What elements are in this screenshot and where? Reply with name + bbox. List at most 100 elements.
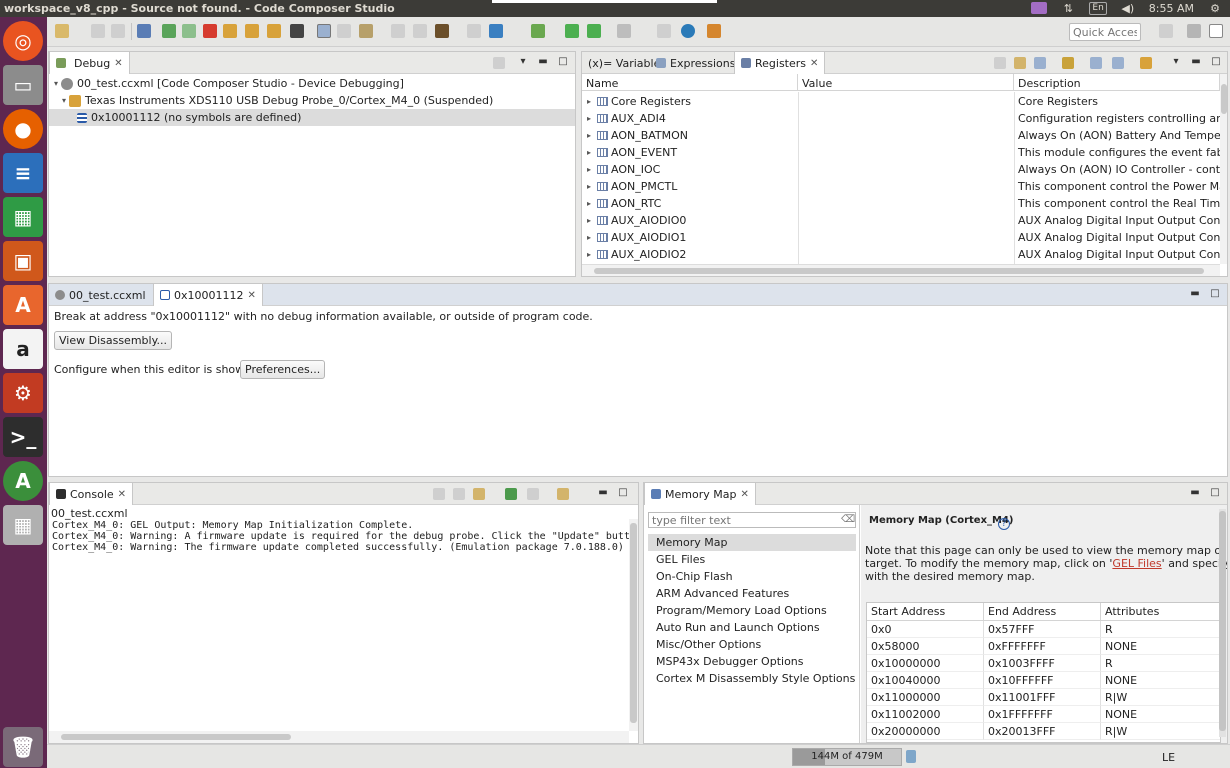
table-row[interactable]: ▸ AON_EVENT This module configures the ev… bbox=[582, 144, 1220, 161]
end-address-cell[interactable]: 0xFFFFFFF bbox=[984, 638, 1101, 655]
toolbar-action-icon[interactable] bbox=[994, 57, 1006, 69]
garbage-collect-icon[interactable] bbox=[906, 750, 916, 763]
ccs-debug-perspective-icon[interactable] bbox=[1209, 24, 1223, 38]
start-address-cell[interactable]: 0x11000000 bbox=[867, 689, 984, 706]
tree-item-probe[interactable]: ▾ Texas Instruments XDS110 USB Debug Pro… bbox=[49, 92, 575, 109]
toolbar-action-icon[interactable] bbox=[1090, 57, 1102, 69]
tab-memory-map[interactable]: Memory Map ✕ bbox=[644, 483, 756, 505]
table-row[interactable]: ▸ AUX_AIODIO0 AUX Analog Digital Input Ou… bbox=[582, 212, 1220, 229]
save-icon[interactable] bbox=[91, 24, 105, 38]
step-into-icon[interactable] bbox=[223, 24, 237, 38]
debug-icon[interactable] bbox=[137, 24, 151, 38]
column-header-attributes[interactable]: Attributes bbox=[1101, 603, 1220, 620]
table-row[interactable]: ▸ AUX_ADI4 Configuration registers contro… bbox=[582, 110, 1220, 127]
heap-status[interactable]: 144M of 479M bbox=[792, 748, 902, 766]
help-icon[interactable]: ? bbox=[998, 518, 1010, 530]
resume-icon[interactable] bbox=[162, 24, 176, 38]
expand-arrow-icon[interactable]: ▸ bbox=[584, 165, 594, 174]
nav-item-arm-advanced[interactable]: ARM Advanced Features bbox=[656, 587, 789, 600]
attributes-cell[interactable]: NONE bbox=[1101, 638, 1220, 655]
attributes-cell[interactable]: R|W bbox=[1101, 723, 1220, 740]
ubuntu-dash-icon[interactable]: ◎ bbox=[3, 21, 43, 61]
scrollbar-thumb[interactable] bbox=[630, 523, 637, 723]
tab-console[interactable]: Console ✕ bbox=[49, 483, 134, 505]
toolbar-action-icon[interactable] bbox=[1014, 57, 1026, 69]
scrollbar-thumb[interactable] bbox=[594, 268, 1204, 274]
minimize-icon[interactable]: ▬ bbox=[1189, 487, 1201, 499]
table-row[interactable]: ▸ AUX_AIODIO1 AUX Analog Digital Input Ou… bbox=[582, 229, 1220, 246]
maximize-icon[interactable]: □ bbox=[1210, 56, 1222, 68]
column-header-name[interactable]: Name bbox=[582, 74, 798, 91]
open-perspective-icon[interactable] bbox=[1159, 24, 1173, 38]
close-icon[interactable]: ✕ bbox=[248, 290, 256, 301]
expand-arrow-icon[interactable]: ▸ bbox=[584, 233, 594, 242]
nav-item-disassembly-style[interactable]: Cortex M Disassembly Style Options bbox=[656, 672, 855, 685]
amazon-icon[interactable]: a bbox=[3, 329, 43, 369]
firefox-icon[interactable]: ● bbox=[3, 109, 43, 149]
tab-expressions[interactable]: Expressions bbox=[650, 52, 741, 74]
software-center-icon[interactable]: A bbox=[3, 285, 43, 325]
attributes-cell[interactable]: R|W bbox=[1101, 689, 1220, 706]
display-console-icon[interactable] bbox=[527, 488, 539, 500]
expand-arrow-icon[interactable]: ▸ bbox=[584, 148, 594, 157]
maximize-icon[interactable]: □ bbox=[1209, 487, 1221, 499]
disconnect-icon[interactable] bbox=[337, 24, 351, 38]
horizontal-scrollbar[interactable] bbox=[582, 264, 1220, 276]
end-address-cell[interactable]: 0x11001FFF bbox=[984, 689, 1101, 706]
flash-icon[interactable] bbox=[489, 24, 503, 38]
nav-item-msp43x[interactable]: MSP43x Debugger Options bbox=[656, 655, 804, 668]
nav-item-gel-files[interactable]: GEL Files bbox=[656, 553, 705, 566]
terminate-icon[interactable] bbox=[203, 24, 217, 38]
calc-icon[interactable]: ▦ bbox=[3, 197, 43, 237]
suspend-icon[interactable] bbox=[182, 24, 196, 38]
save-all-icon[interactable] bbox=[111, 24, 125, 38]
tools-icon[interactable] bbox=[617, 24, 631, 38]
clear-filter-icon[interactable]: ⌫ bbox=[841, 514, 855, 525]
toolbar-action-icon[interactable] bbox=[1034, 57, 1046, 69]
settings-gear-icon[interactable]: ⚙ bbox=[1208, 1, 1222, 15]
expand-arrow-icon[interactable]: ▾ bbox=[59, 96, 69, 105]
view-menu-icon[interactable]: ▾ bbox=[517, 56, 529, 68]
nav-item-program-load[interactable]: Program/Memory Load Options bbox=[656, 604, 827, 617]
trash-icon[interactable]: 🗑 bbox=[3, 727, 43, 767]
tab-0x10001112[interactable]: 0x10001112 ✕ bbox=[153, 284, 263, 306]
attributes-cell[interactable]: NONE bbox=[1101, 706, 1220, 723]
end-address-cell[interactable]: 0x20013FFF bbox=[984, 723, 1101, 740]
scrollbar-thumb[interactable] bbox=[61, 734, 291, 740]
column-header-value[interactable]: Value bbox=[798, 74, 1014, 91]
attributes-cell[interactable]: R bbox=[1101, 655, 1220, 672]
tree-item-frame[interactable]: 0x10001112 (no symbols are defined) bbox=[49, 109, 575, 126]
expand-arrow-icon[interactable]: ▾ bbox=[51, 79, 61, 88]
minimize-icon[interactable]: ▬ bbox=[1189, 288, 1201, 300]
close-icon[interactable]: ✕ bbox=[810, 58, 818, 69]
expand-arrow-icon[interactable]: ▸ bbox=[584, 216, 594, 225]
quick-access-input[interactable] bbox=[1069, 23, 1141, 41]
nav-item-on-chip-flash[interactable]: On-Chip Flash bbox=[656, 570, 733, 583]
column-header-start-address[interactable]: Start Address bbox=[867, 603, 984, 620]
maximize-icon[interactable]: □ bbox=[617, 487, 629, 499]
table-row[interactable]: ▸ AON_BATMON Always On (AON) Battery And … bbox=[582, 127, 1220, 144]
minimize-icon[interactable]: ▬ bbox=[537, 56, 549, 68]
skip-breakpoints-icon[interactable] bbox=[413, 24, 427, 38]
start-address-cell[interactable]: 0x20000000 bbox=[867, 723, 984, 740]
word-wrap-icon[interactable] bbox=[473, 488, 485, 500]
scroll-lock-icon[interactable] bbox=[453, 488, 465, 500]
build-icon[interactable] bbox=[435, 24, 449, 38]
nav-item-misc[interactable]: Misc/Other Options bbox=[656, 638, 761, 651]
maximize-icon[interactable]: □ bbox=[1209, 288, 1221, 300]
clear-console-icon[interactable] bbox=[433, 488, 445, 500]
expand-arrow-icon[interactable]: ▸ bbox=[584, 97, 594, 106]
terminal-icon[interactable]: >_ bbox=[3, 417, 43, 457]
start-address-cell[interactable]: 0x10000000 bbox=[867, 655, 984, 672]
scrollbar-thumb[interactable] bbox=[1219, 511, 1226, 731]
table-row[interactable]: ▸ AON_RTC This component control the Real… bbox=[582, 195, 1220, 212]
column-header-description[interactable]: Description bbox=[1014, 74, 1220, 91]
scrollbar-thumb[interactable] bbox=[1221, 84, 1227, 114]
minimize-icon[interactable]: ▬ bbox=[1190, 56, 1202, 68]
gel-files-link[interactable]: GEL Files bbox=[1112, 557, 1161, 570]
vertical-scrollbar[interactable] bbox=[1220, 74, 1227, 264]
start-address-cell[interactable]: 0x10040000 bbox=[867, 672, 984, 689]
impress-icon[interactable]: ▣ bbox=[3, 241, 43, 281]
files-icon[interactable]: ▭ bbox=[3, 65, 43, 105]
connect-target-icon[interactable] bbox=[317, 24, 331, 38]
